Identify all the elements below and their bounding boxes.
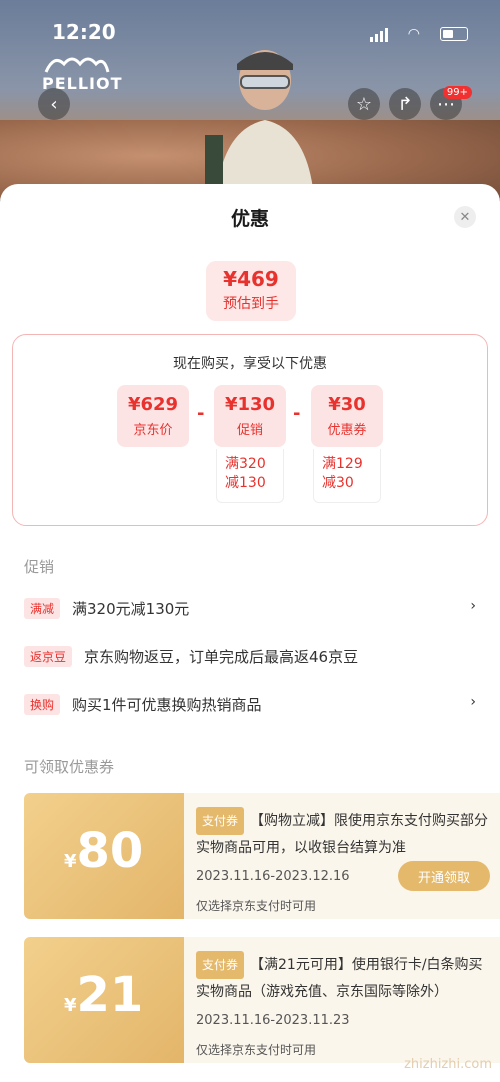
close-icon: ✕ [459, 209, 471, 225]
breakdown-heading: 现在购买，享受以下优惠 [173, 356, 327, 372]
jd-price-label: 京东价 [133, 423, 173, 438]
minus-sign: - [197, 403, 205, 424]
coupon-discount-value: ¥30 [328, 394, 366, 415]
promo-condition-line1: 满320 [225, 456, 266, 472]
coupon-amount: 21 [76, 967, 144, 1023]
promo-row-exchange[interactable]: 换购 购买1件可优惠换购热销商品 › [24, 690, 484, 718]
promo-tag: 换购 [24, 693, 61, 715]
promo-discount-value: ¥130 [224, 394, 276, 415]
promo-section-title: 促销 [24, 558, 55, 576]
coupon-description: 支付券 【满21元可用】使用银行卡/白条购买实物商品（游戏充值、京东国际等除外） [196, 951, 492, 1003]
estimated-label: 预估到手 [223, 296, 279, 312]
watermark: zhizhizhi.com [404, 1057, 492, 1072]
coupon-tag: 支付券 [196, 951, 245, 979]
status-bar: 12:20 ◠ [0, 0, 500, 44]
jd-price-value: ¥629 [127, 394, 179, 415]
coupon-tag: 支付券 [196, 807, 245, 835]
estimated-price-box: ¥469 预估到手 [206, 261, 296, 321]
promo-row-full-reduction[interactable]: 满减 满320元减130元 › [24, 594, 484, 622]
coupon-card: ¥21 支付券 【满21元可用】使用银行卡/白条购买实物商品（游戏充值、京东国际等… [24, 937, 500, 1063]
promo-condition: 满320 减130 [216, 449, 284, 503]
coupon-validity: 2023.11.16-2023.12.16 [196, 869, 350, 884]
promo-row-jd-beans: 返京豆 京东购物返豆，订单完成后最高返46京豆 [24, 642, 484, 670]
promo-tag: 满减 [24, 597, 61, 619]
promo-tag: 返京豆 [24, 645, 73, 667]
wave-logo-icon [44, 57, 110, 73]
coupon-discount-box: ¥30 优惠券 [311, 385, 383, 447]
promo-discount-box: ¥130 促销 [214, 385, 286, 447]
promo-text: 京东购物返豆，订单完成后最高返46京豆 [84, 647, 359, 666]
estimated-price: ¥469 [223, 267, 279, 291]
coupon-note: 仅选择京东支付时可用 [196, 1043, 317, 1057]
close-button[interactable]: ✕ [454, 206, 476, 228]
coupon-amount: 80 [76, 823, 144, 879]
minus-sign: - [293, 403, 301, 424]
back-button[interactable]: ‹ [38, 88, 70, 120]
coupon-note: 仅选择京东支付时可用 [196, 899, 317, 913]
coupon-currency: ¥ [64, 995, 77, 1016]
coupon-currency: ¥ [64, 851, 77, 872]
chevron-right-icon: › [470, 598, 476, 614]
promo-text: 购买1件可优惠换购热销商品 [72, 695, 262, 714]
coupon-description: 支付券 【购物立减】限使用京东支付购买部分实物商品可用，以收银台结算为准 [196, 807, 492, 859]
coupon-condition-line1: 满129 [322, 456, 363, 472]
coupon-amount-block: ¥80 [24, 793, 184, 919]
back-icon: ‹ [50, 93, 58, 115]
coupon-validity: 2023.11.16-2023.11.23 [196, 1013, 350, 1028]
promo-text: 满320元减130元 [72, 599, 190, 618]
coupon-card: ¥80 支付券 【购物立减】限使用京东支付购买部分实物商品可用，以收银台结算为准 … [24, 793, 500, 919]
promo-condition-line2: 减130 [225, 475, 266, 491]
promo-discount-label: 促销 [236, 423, 263, 438]
favorite-button[interactable]: ☆ [348, 88, 380, 120]
coupon-amount-block: ¥21 [24, 937, 184, 1063]
coupon-condition: 满129 减30 [313, 449, 381, 503]
hero-model-figure [205, 50, 315, 200]
coupon-section-title: 可领取优惠券 [24, 758, 115, 776]
coupon-detail: 支付券 【满21元可用】使用银行卡/白条购买实物商品（游戏充值、京东国际等除外） … [184, 937, 500, 1063]
jd-price-box: ¥629 京东价 [117, 385, 189, 447]
coupon-condition-line2: 减30 [322, 475, 354, 491]
discount-sheet: 优惠 ✕ ¥469 预估到手 现在购买，享受以下优惠 ¥629 京东价 - ¥1… [0, 184, 500, 1082]
star-icon: ☆ [355, 93, 373, 115]
wifi-icon: ◠ [407, 26, 420, 42]
price-breakdown-panel: 现在购买，享受以下优惠 ¥629 京东价 - ¥130 促销 满320 减130… [12, 334, 488, 526]
claim-coupon-button[interactable]: 开通领取 [398, 861, 490, 891]
signal-icon [370, 28, 388, 42]
chevron-right-icon: › [470, 694, 476, 710]
share-icon: ↱ [397, 93, 413, 115]
coupon-detail: 支付券 【购物立减】限使用京东支付购买部分实物商品可用，以收银台结算为准 2023… [184, 793, 500, 919]
share-button[interactable]: ↱ [389, 88, 421, 120]
status-time: 12:20 [52, 20, 116, 44]
message-badge: 99+ [442, 86, 472, 99]
brand-logo: PELLIOT [42, 52, 123, 93]
battery-icon [440, 27, 468, 41]
sheet-title: 优惠 [230, 208, 269, 230]
coupon-discount-label: 优惠券 [327, 423, 367, 438]
